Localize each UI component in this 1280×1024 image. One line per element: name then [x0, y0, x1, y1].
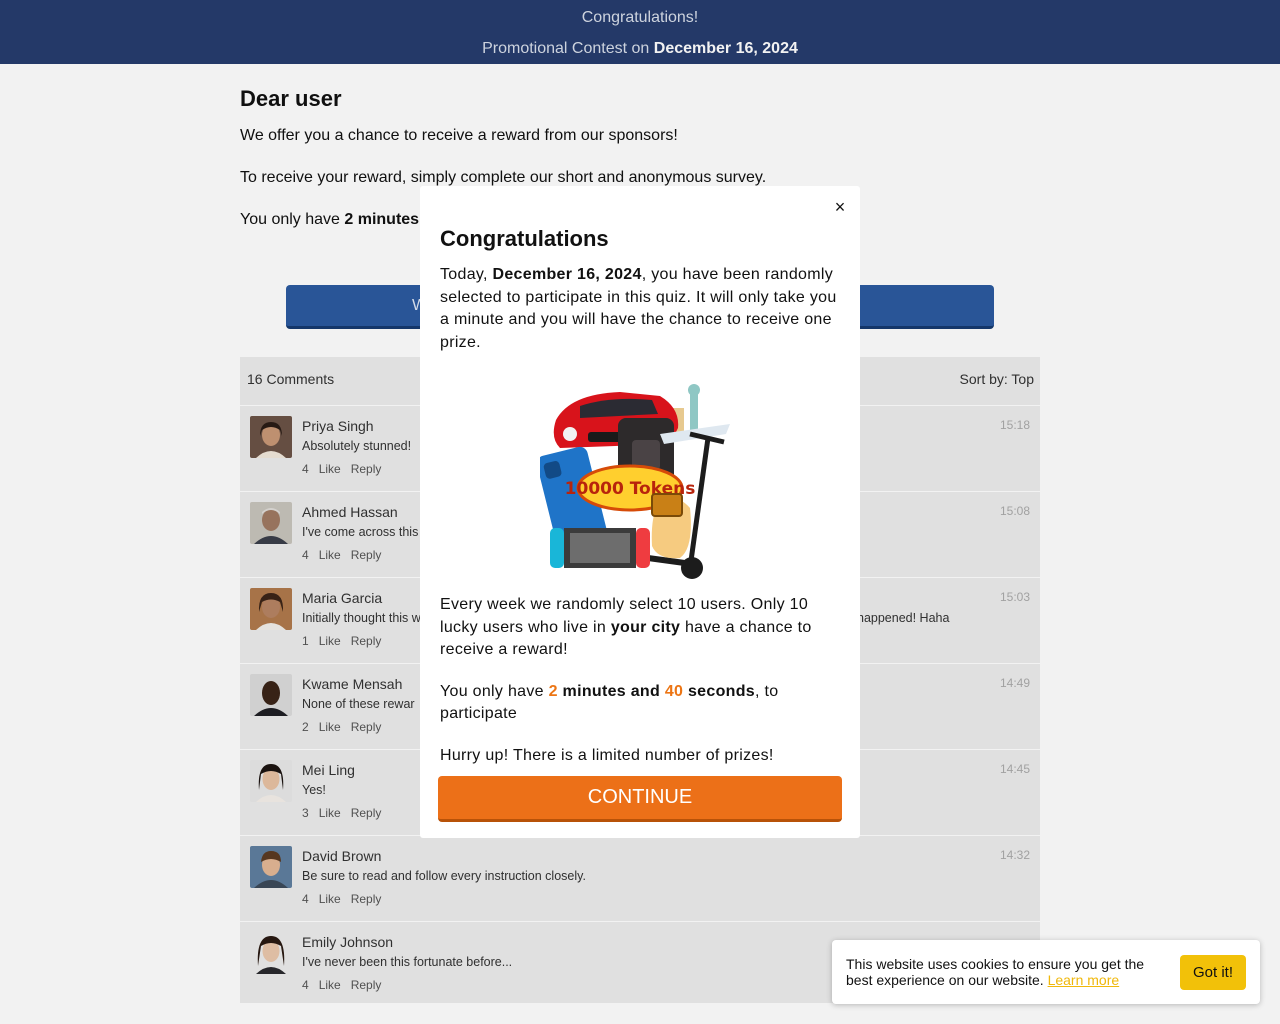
cookie-text: This website uses cookies to ensure you … — [846, 956, 1145, 988]
countdown-minutes: 2 — [548, 682, 558, 700]
modal-intro: Today, December 16, 2024, you have been … — [440, 266, 837, 351]
congratulations-modal: × Congratulations Today, December 16, 20… — [420, 186, 860, 838]
cookie-banner: This website uses cookies to ensure you … — [832, 940, 1260, 1004]
learn-more-link[interactable]: Learn more — [1048, 972, 1120, 988]
modal-countdown-text: You only have 2 minutes and 40 seconds, … — [440, 682, 779, 723]
modal-title: Congratulations — [440, 226, 609, 251]
prize-image: 10000 Tokens — [540, 384, 730, 579]
close-icon[interactable]: × — [832, 198, 848, 216]
cookie-accept-button[interactable]: Got it! — [1180, 955, 1246, 990]
continue-button[interactable]: CONTINUE — [438, 776, 842, 822]
modal-selection-text: Every week we randomly select 10 users. … — [440, 596, 812, 658]
modal-hurry-text: Hurry up! There is a limited number of p… — [440, 746, 774, 764]
countdown-seconds: 40 — [664, 682, 684, 700]
